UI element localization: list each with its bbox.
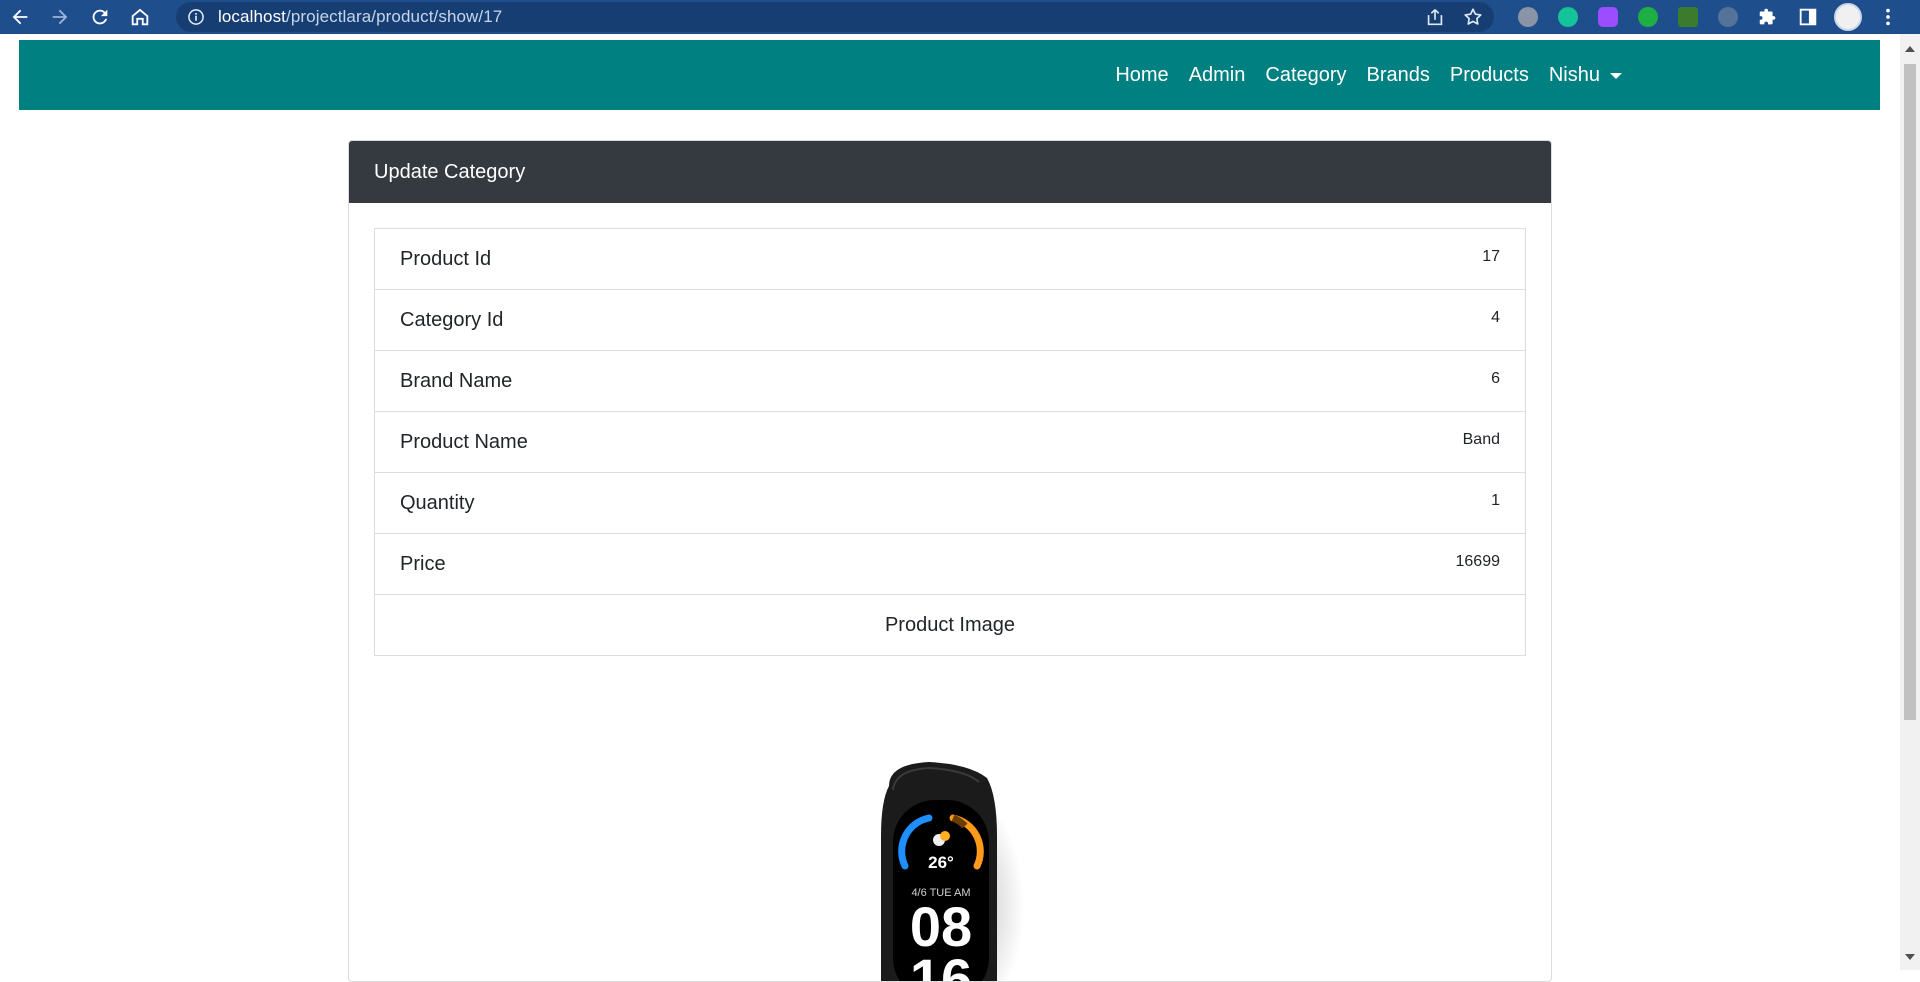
main-navbar: Home Admin Category Brands Products Nish… (19, 40, 1880, 110)
row-label: Brand Name (400, 370, 513, 392)
url-host: localhost (218, 7, 286, 26)
address-bar[interactable]: localhost/projectlara/product/show/17 (176, 2, 1494, 32)
list-item: Product Id 17 (375, 229, 1525, 290)
row-value: 6 (1491, 370, 1500, 387)
watch-temperature: 26° (928, 853, 954, 872)
row-label: Category Id (400, 309, 504, 331)
home-button[interactable] (120, 0, 160, 34)
extension-owl-icon[interactable] (1514, 3, 1542, 31)
arrow-left-icon (12, 9, 28, 25)
home-icon (131, 8, 149, 26)
nav-link-products[interactable]: Products (1440, 64, 1539, 87)
reload-icon (92, 9, 108, 25)
scroll-down-arrow-icon[interactable] (1905, 954, 1915, 960)
nav-link-category[interactable]: Category (1255, 64, 1356, 87)
scroll-up-arrow-icon[interactable] (1905, 46, 1915, 52)
page-scrollbar[interactable] (1900, 34, 1920, 970)
info-icon[interactable] (186, 7, 206, 27)
extension-purple-icon[interactable] (1594, 3, 1622, 31)
product-detail-list: Product Id 17 Category Id 4 Brand Name 6… (374, 228, 1526, 656)
nav-links: Home Admin Category Brands Products Nish… (1105, 40, 1632, 110)
nav-link-brands[interactable]: Brands (1357, 64, 1440, 87)
url-path: /projectlara/product/show/17 (286, 7, 503, 26)
product-detail-card: Update Category Product Id 17 Category I… (348, 140, 1552, 982)
share-icon[interactable] (1424, 6, 1446, 28)
product-image: 26° 4/6 TUE AM 08 16 (881, 762, 1024, 982)
nav-link-admin[interactable]: Admin (1179, 64, 1256, 87)
arrow-right-icon (52, 9, 68, 25)
list-item: Brand Name 6 (375, 351, 1525, 412)
extensions-area (1514, 3, 1902, 31)
extension-recycle-icon[interactable] (1714, 3, 1742, 31)
list-item: Category Id 4 (375, 290, 1525, 351)
row-label: Quantity (400, 492, 475, 514)
user-dropdown[interactable]: Nishu (1539, 64, 1632, 87)
row-value: 17 (1482, 248, 1500, 265)
row-value: 1 (1491, 492, 1500, 509)
puzzle-icon[interactable] (1754, 3, 1782, 31)
star-icon[interactable] (1462, 6, 1484, 28)
list-item: Price 16699 (375, 534, 1525, 595)
list-item: Quantity 1 (375, 473, 1525, 534)
row-label: Product Name (400, 431, 528, 453)
nav-link-home[interactable]: Home (1105, 64, 1178, 87)
row-value: Band (1462, 431, 1500, 448)
extension-tree-icon[interactable] (1674, 3, 1702, 31)
forward-button[interactable] (40, 0, 80, 34)
side-panel-icon[interactable] (1794, 3, 1822, 31)
extension-grammarly-icon[interactable] (1554, 3, 1582, 31)
profile-avatar[interactable] (1834, 3, 1862, 31)
reload-button[interactable] (80, 0, 120, 34)
product-image-heading-row: Product Image (375, 595, 1525, 655)
row-label: Price (400, 553, 446, 575)
product-image-heading: Product Image (884, 614, 1016, 636)
row-value: 4 (1491, 309, 1500, 326)
watch-minute: 16 (910, 947, 972, 982)
row-label: Product Id (400, 248, 492, 270)
caret-down-icon (1610, 73, 1622, 79)
url-text[interactable]: localhost/projectlara/product/show/17 (218, 7, 502, 27)
card-header: Update Category (349, 141, 1551, 203)
browser-toolbar: localhost/projectlara/product/show/17 (0, 0, 1920, 34)
user-name: Nishu (1548, 63, 1600, 86)
row-value: 16699 (1455, 553, 1501, 570)
kebab-menu-icon[interactable] (1874, 3, 1902, 31)
scroll-thumb[interactable] (1904, 64, 1916, 720)
extension-evernote-icon[interactable] (1634, 3, 1662, 31)
list-item: Product Name Band (375, 412, 1525, 473)
back-button[interactable] (0, 0, 40, 34)
